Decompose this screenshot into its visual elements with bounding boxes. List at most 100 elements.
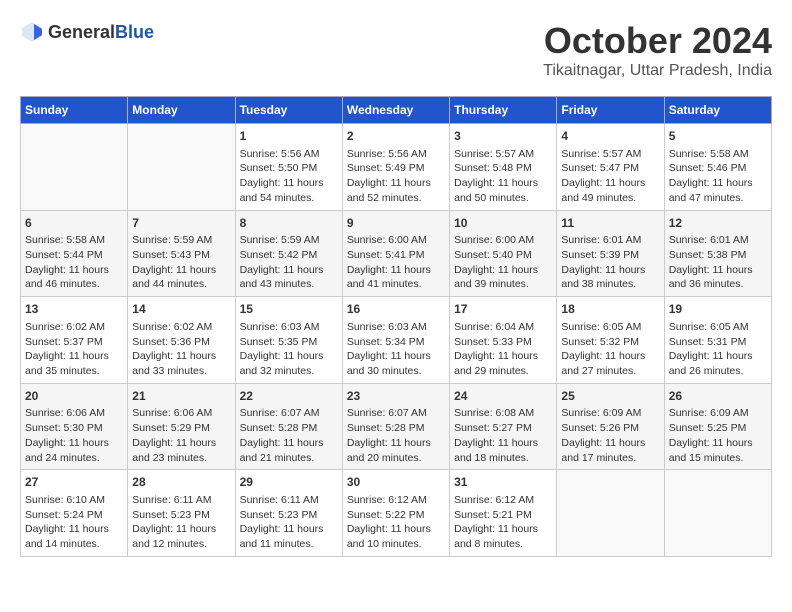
day-info: Sunrise: 5:59 AMSunset: 5:42 PMDaylight:… bbox=[240, 233, 338, 292]
day-info: Sunrise: 6:05 AMSunset: 5:32 PMDaylight:… bbox=[561, 320, 659, 379]
day-number: 23 bbox=[347, 388, 445, 405]
logo: GeneralBlue bbox=[20, 20, 154, 44]
day-info: Sunrise: 6:11 AMSunset: 5:23 PMDaylight:… bbox=[132, 493, 230, 552]
day-info: Sunrise: 5:57 AMSunset: 5:47 PMDaylight:… bbox=[561, 147, 659, 206]
calendar-cell: 10Sunrise: 6:00 AMSunset: 5:40 PMDayligh… bbox=[450, 210, 557, 297]
day-number: 22 bbox=[240, 388, 338, 405]
calendar-cell: 16 Sunrise: 6:03 AMSunset: 5:34 PMDayligh… bbox=[342, 297, 449, 384]
logo-general: General bbox=[48, 22, 115, 42]
day-number: 20 bbox=[25, 388, 123, 405]
day-info: Sunrise: 6:02 AMSunset: 5:36 PMDaylight:… bbox=[132, 320, 230, 379]
day-info: Sunrise: 6:03 AMSunset: 5:34 PMDaylight:… bbox=[347, 320, 445, 379]
day-info: Sunrise: 5:57 AMSunset: 5:48 PMDaylight:… bbox=[454, 147, 552, 206]
day-info: Sunrise: 6:09 AMSunset: 5:25 PMDaylight:… bbox=[669, 406, 767, 465]
day-info: Sunrise: 6:00 AMSunset: 5:41 PMDaylight:… bbox=[347, 233, 445, 292]
day-number: 29 bbox=[240, 474, 338, 491]
calendar-cell: 13 Sunrise: 6:02 AMSunset: 5:37 PMDayligh… bbox=[21, 297, 128, 384]
calendar-cell: 18 Sunrise: 6:05 AMSunset: 5:32 PMDayligh… bbox=[557, 297, 664, 384]
weekday-header-sunday: Sunday bbox=[21, 97, 128, 124]
calendar-cell: 25Sunrise: 6:09 AMSunset: 5:26 PMDayligh… bbox=[557, 383, 664, 470]
calendar-cell: 3 Sunrise: 5:57 AMSunset: 5:48 PMDaylight… bbox=[450, 124, 557, 211]
day-number: 12 bbox=[669, 215, 767, 232]
day-info: Sunrise: 5:59 AMSunset: 5:43 PMDaylight:… bbox=[132, 233, 230, 292]
day-info: Sunrise: 6:06 AMSunset: 5:30 PMDaylight:… bbox=[25, 406, 123, 465]
day-number: 17 bbox=[454, 301, 552, 318]
day-number: 4 bbox=[561, 128, 659, 145]
day-number: 14 bbox=[132, 301, 230, 318]
calendar-cell: 14 Sunrise: 6:02 AMSunset: 5:36 PMDayligh… bbox=[128, 297, 235, 384]
logo-icon bbox=[20, 20, 44, 44]
location-title: Tikaitnagar, Uttar Pradesh, India bbox=[543, 62, 772, 80]
day-info: Sunrise: 6:06 AMSunset: 5:29 PMDaylight:… bbox=[132, 406, 230, 465]
day-info: Sunrise: 6:00 AMSunset: 5:40 PMDaylight:… bbox=[454, 233, 552, 292]
title-block: October 2024 Tikaitnagar, Uttar Pradesh,… bbox=[543, 20, 772, 80]
day-info: Sunrise: 6:12 AMSunset: 5:21 PMDaylight:… bbox=[454, 493, 552, 552]
calendar-cell: 11Sunrise: 6:01 AMSunset: 5:39 PMDayligh… bbox=[557, 210, 664, 297]
calendar-cell: 19 Sunrise: 6:05 AMSunset: 5:31 PMDayligh… bbox=[664, 297, 771, 384]
day-number: 30 bbox=[347, 474, 445, 491]
logo-blue: Blue bbox=[115, 22, 154, 42]
day-info: Sunrise: 6:07 AMSunset: 5:28 PMDaylight:… bbox=[347, 406, 445, 465]
month-title: October 2024 bbox=[543, 20, 772, 62]
day-info: Sunrise: 6:04 AMSunset: 5:33 PMDaylight:… bbox=[454, 320, 552, 379]
day-info: Sunrise: 6:05 AMSunset: 5:31 PMDaylight:… bbox=[669, 320, 767, 379]
logo-text: GeneralBlue bbox=[48, 22, 154, 43]
calendar-cell bbox=[557, 470, 664, 557]
day-info: Sunrise: 6:08 AMSunset: 5:27 PMDaylight:… bbox=[454, 406, 552, 465]
day-info: Sunrise: 6:01 AMSunset: 5:38 PMDaylight:… bbox=[669, 233, 767, 292]
weekday-header-row: SundayMondayTuesdayWednesdayThursdayFrid… bbox=[21, 97, 772, 124]
calendar-cell: 24Sunrise: 6:08 AMSunset: 5:27 PMDayligh… bbox=[450, 383, 557, 470]
day-info: Sunrise: 6:02 AMSunset: 5:37 PMDaylight:… bbox=[25, 320, 123, 379]
calendar-cell bbox=[664, 470, 771, 557]
day-info: Sunrise: 6:11 AMSunset: 5:23 PMDaylight:… bbox=[240, 493, 338, 552]
calendar-cell: 31 Sunrise: 6:12 AMSunset: 5:21 PMDayligh… bbox=[450, 470, 557, 557]
day-number: 10 bbox=[454, 215, 552, 232]
day-number: 21 bbox=[132, 388, 230, 405]
calendar-cell: 6Sunrise: 5:58 AMSunset: 5:44 PMDaylight… bbox=[21, 210, 128, 297]
calendar-cell: 17 Sunrise: 6:04 AMSunset: 5:33 PMDayligh… bbox=[450, 297, 557, 384]
day-number: 11 bbox=[561, 215, 659, 232]
calendar-cell: 30Sunrise: 6:12 AMSunset: 5:22 PMDayligh… bbox=[342, 470, 449, 557]
day-number: 26 bbox=[669, 388, 767, 405]
day-number: 15 bbox=[240, 301, 338, 318]
weekday-header-saturday: Saturday bbox=[664, 97, 771, 124]
calendar-cell: 15Sunrise: 6:03 AMSunset: 5:35 PMDayligh… bbox=[235, 297, 342, 384]
weekday-header-friday: Friday bbox=[557, 97, 664, 124]
day-number: 31 bbox=[454, 474, 552, 491]
calendar-cell: 2Sunrise: 5:56 AMSunset: 5:49 PMDaylight… bbox=[342, 124, 449, 211]
weekday-header-monday: Monday bbox=[128, 97, 235, 124]
day-number: 19 bbox=[669, 301, 767, 318]
calendar-table: SundayMondayTuesdayWednesdayThursdayFrid… bbox=[20, 96, 772, 557]
calendar-cell: 8Sunrise: 5:59 AMSunset: 5:42 PMDaylight… bbox=[235, 210, 342, 297]
calendar-week-3: 13 Sunrise: 6:02 AMSunset: 5:37 PMDayligh… bbox=[21, 297, 772, 384]
calendar-week-2: 6Sunrise: 5:58 AMSunset: 5:44 PMDaylight… bbox=[21, 210, 772, 297]
calendar-cell bbox=[21, 124, 128, 211]
calendar-cell: 26Sunrise: 6:09 AMSunset: 5:25 PMDayligh… bbox=[664, 383, 771, 470]
calendar-cell: 9Sunrise: 6:00 AMSunset: 5:41 PMDaylight… bbox=[342, 210, 449, 297]
day-number: 24 bbox=[454, 388, 552, 405]
calendar-cell: 7Sunrise: 5:59 AMSunset: 5:43 PMDaylight… bbox=[128, 210, 235, 297]
calendar-cell: 23Sunrise: 6:07 AMSunset: 5:28 PMDayligh… bbox=[342, 383, 449, 470]
calendar-cell: 20Sunrise: 6:06 AMSunset: 5:30 PMDayligh… bbox=[21, 383, 128, 470]
day-info: Sunrise: 5:56 AMSunset: 5:50 PMDaylight:… bbox=[240, 147, 338, 206]
day-number: 18 bbox=[561, 301, 659, 318]
calendar-cell: 29 Sunrise: 6:11 AMSunset: 5:23 PMDayligh… bbox=[235, 470, 342, 557]
calendar-week-1: 1Sunrise: 5:56 AMSunset: 5:50 PMDaylight… bbox=[21, 124, 772, 211]
day-info: Sunrise: 5:58 AMSunset: 5:44 PMDaylight:… bbox=[25, 233, 123, 292]
calendar-week-5: 27 Sunrise: 6:10 AMSunset: 5:24 PMDayligh… bbox=[21, 470, 772, 557]
day-info: Sunrise: 6:10 AMSunset: 5:24 PMDaylight:… bbox=[25, 493, 123, 552]
weekday-header-tuesday: Tuesday bbox=[235, 97, 342, 124]
calendar-week-4: 20Sunrise: 6:06 AMSunset: 5:30 PMDayligh… bbox=[21, 383, 772, 470]
calendar-cell: 12Sunrise: 6:01 AMSunset: 5:38 PMDayligh… bbox=[664, 210, 771, 297]
day-number: 13 bbox=[25, 301, 123, 318]
day-number: 27 bbox=[25, 474, 123, 491]
calendar-cell: 27 Sunrise: 6:10 AMSunset: 5:24 PMDayligh… bbox=[21, 470, 128, 557]
day-number: 3 bbox=[454, 128, 552, 145]
day-number: 6 bbox=[25, 215, 123, 232]
day-number: 8 bbox=[240, 215, 338, 232]
day-number: 9 bbox=[347, 215, 445, 232]
calendar-cell: 22Sunrise: 6:07 AMSunset: 5:28 PMDayligh… bbox=[235, 383, 342, 470]
day-number: 25 bbox=[561, 388, 659, 405]
day-number: 16 bbox=[347, 301, 445, 318]
day-number: 5 bbox=[669, 128, 767, 145]
